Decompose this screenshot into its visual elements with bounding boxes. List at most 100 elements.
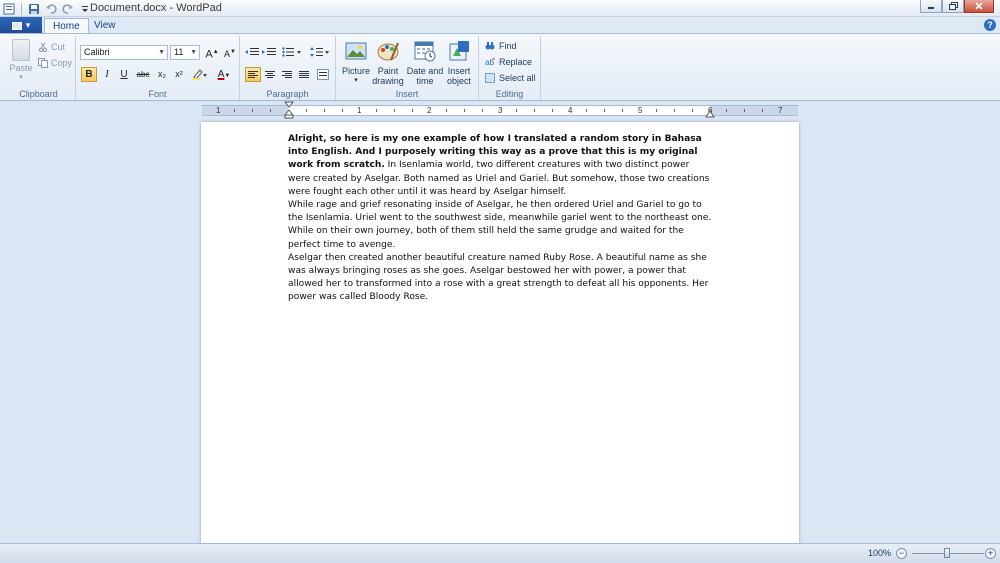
bullets-button[interactable]	[280, 44, 304, 59]
font-size-select[interactable]: 11 ▼	[170, 45, 200, 60]
shrink-font-button[interactable]: A▼	[222, 45, 238, 60]
ruler-tick	[552, 109, 553, 112]
insert-object-label-2: object	[446, 76, 472, 86]
copy-button[interactable]: Copy	[38, 56, 72, 70]
right-indent-marker[interactable]	[705, 107, 715, 119]
document-text[interactable]: Alright, so here is my one example of ho…	[288, 133, 712, 305]
zoom-level[interactable]: 100%	[868, 548, 891, 558]
font-group-label: Font	[148, 89, 167, 99]
ruler-tick	[306, 109, 307, 112]
zoom-slider-thumb[interactable]	[943, 548, 950, 558]
ruler-tick	[252, 109, 253, 112]
application-menu-button[interactable]: ▾	[0, 17, 42, 34]
calendar-clock-icon	[414, 41, 436, 62]
zoom-in-button[interactable]: +	[985, 548, 996, 559]
grow-font-button[interactable]: A▲	[204, 45, 220, 61]
insert-object-button[interactable]: Insert object	[441, 40, 477, 86]
align-right-button[interactable]	[279, 67, 295, 82]
paragraph-dialog-button[interactable]	[315, 67, 331, 82]
date-time-label-1: Date and	[406, 66, 444, 76]
ruler-tick	[376, 109, 377, 112]
ruler: 1 1 2 3 4 5 6 7	[0, 101, 1000, 119]
date-time-button[interactable]: Date and time	[406, 40, 444, 86]
ruler-tick	[604, 109, 605, 112]
ruler-number: 3	[498, 106, 503, 115]
minimize-icon[interactable]	[920, 0, 942, 13]
close-icon[interactable]	[964, 0, 994, 13]
cut-button[interactable]: Cut	[38, 40, 65, 54]
paint-drawing-button[interactable]: Paint drawing	[370, 40, 406, 86]
insert-object-label-1: Insert	[447, 66, 471, 76]
save-icon[interactable]	[27, 2, 41, 16]
tab-view[interactable]: View	[86, 18, 124, 34]
ruler-tick	[482, 109, 483, 112]
window-menu-icon[interactable]	[2, 2, 16, 16]
ribbon: Paste ▾ Cut Copy Clipboard Calibri ▼ 11 …	[0, 33, 1000, 101]
redo-icon[interactable]	[61, 2, 75, 16]
restore-icon[interactable]	[942, 0, 964, 13]
ruler-tick	[726, 109, 727, 112]
paragraph-group-label: Paragraph	[266, 89, 309, 99]
paint-drawing-label-1: Paint	[377, 66, 399, 76]
select-all-icon	[485, 73, 495, 83]
align-center-button[interactable]	[262, 67, 278, 82]
ruler-tick	[762, 109, 763, 112]
increase-indent-icon	[262, 47, 276, 55]
select-all-button[interactable]: Select all	[485, 73, 536, 83]
bold-button[interactable]: B	[81, 67, 97, 82]
ruler-number: 1	[216, 106, 221, 115]
replace-button[interactable]: ab Replace	[485, 57, 532, 67]
justify-button[interactable]	[296, 67, 312, 82]
ruler-tick	[270, 109, 271, 112]
ruler-tick	[342, 109, 343, 112]
replace-icon: ab	[485, 58, 495, 67]
font-family-select[interactable]: Calibri ▼	[80, 45, 168, 60]
grow-font-icon: A	[205, 48, 213, 61]
increase-indent-button[interactable]	[261, 44, 277, 59]
strikethrough-button[interactable]: abc	[133, 67, 153, 82]
undo-icon[interactable]	[44, 2, 58, 16]
window-title: Document.docx - WordPad	[90, 2, 222, 14]
insert-object-icon	[449, 41, 469, 61]
first-line-indent-marker[interactable]	[284, 101, 294, 119]
paint-drawing-label-2: drawing	[372, 76, 404, 86]
chevron-down-icon: ▾	[19, 74, 23, 81]
ruler-left-margin	[202, 106, 288, 115]
align-left-button[interactable]	[245, 67, 261, 82]
chevron-down-icon: ▼	[190, 49, 197, 56]
zoom-out-button[interactable]: −	[896, 548, 907, 559]
subscript-button[interactable]: x₂	[154, 67, 170, 82]
line-spacing-icon	[310, 46, 329, 57]
ruler-tick	[534, 109, 535, 112]
paragraph-1: Alright, so here is my one example of ho…	[288, 133, 712, 199]
underline-button[interactable]: U	[116, 67, 132, 82]
document-page[interactable]: Alright, so here is my one example of ho…	[201, 122, 799, 552]
italic-button[interactable]: I	[99, 67, 115, 82]
quick-access-toolbar	[2, 1, 92, 16]
insert-picture-button[interactable]: Picture ▾	[338, 40, 374, 86]
highlight-button[interactable]	[189, 67, 209, 82]
ruler-tick	[622, 109, 623, 112]
ruler-number: 2	[427, 106, 432, 115]
scissors-icon	[38, 42, 48, 52]
decrease-indent-button[interactable]	[244, 44, 260, 59]
select-all-label: Select all	[499, 73, 536, 83]
help-icon[interactable]: ?	[984, 19, 996, 31]
ruler-right-margin	[710, 106, 798, 115]
insert-group-label: Insert	[395, 89, 419, 99]
font-color-button[interactable]: A▼	[213, 67, 235, 82]
ruler-tick	[674, 109, 675, 112]
clipboard-icon	[12, 39, 30, 61]
line-spacing-button[interactable]	[308, 44, 332, 59]
cut-label: Cut	[51, 42, 66, 52]
picture-label: Picture	[341, 66, 370, 76]
ribbon-tab-row: ▾ Home View ?	[0, 17, 1000, 34]
date-time-label-2: time	[416, 76, 434, 86]
paste-button[interactable]: Paste ▾	[8, 39, 34, 85]
ruler-number: 5	[638, 106, 643, 115]
superscript-button[interactable]: x²	[171, 67, 187, 82]
tab-home[interactable]: Home	[44, 18, 89, 34]
find-button[interactable]: Find	[485, 41, 517, 51]
copy-label: Copy	[51, 58, 73, 68]
ruler-tick	[586, 109, 587, 112]
